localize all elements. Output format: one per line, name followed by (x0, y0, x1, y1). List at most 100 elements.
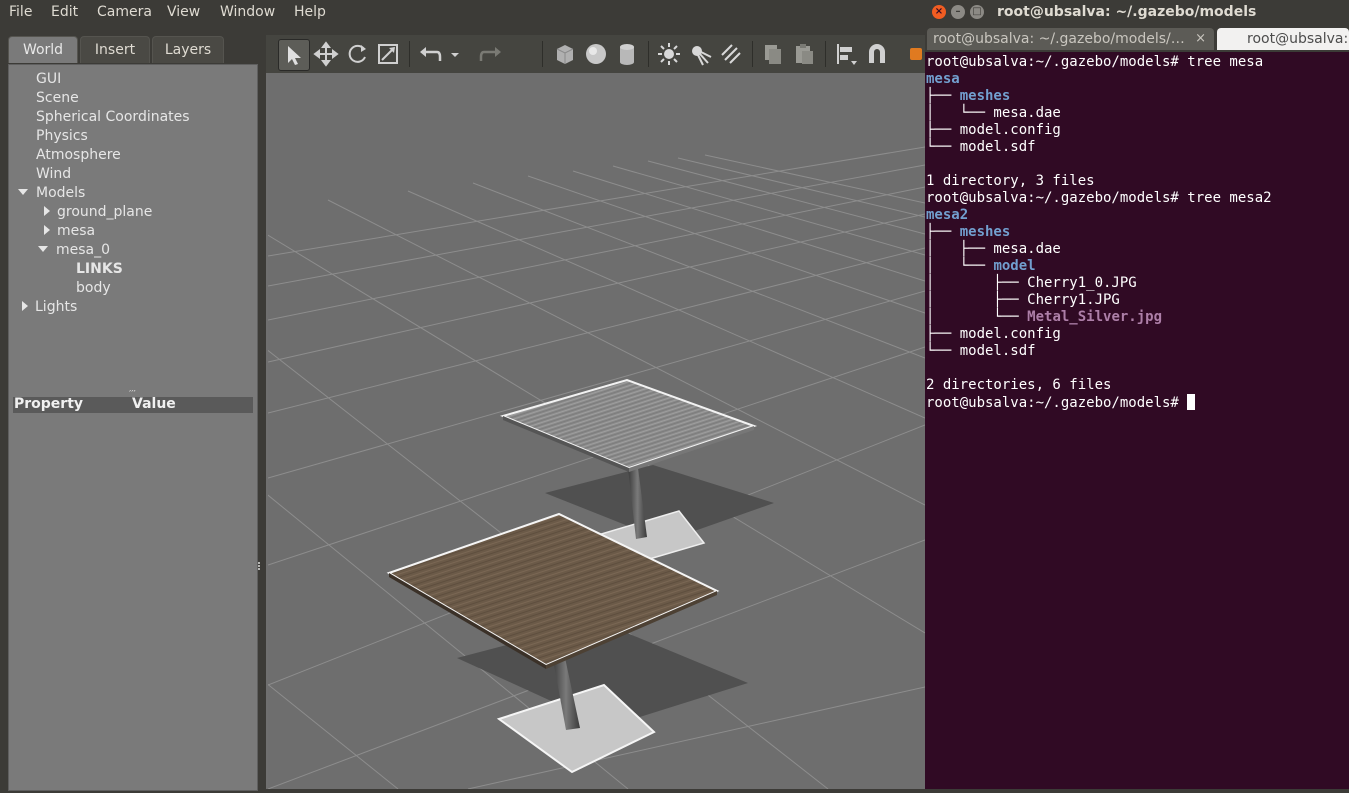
model-editor-icon[interactable] (906, 39, 925, 69)
left-panel: World Insert Layers GUI Scene Spherical … (0, 26, 263, 791)
terminal-line: │ └── mesa.dae (926, 105, 1061, 121)
tree-item-physics[interactable]: Physics (36, 127, 88, 145)
tab-world[interactable]: World (8, 36, 78, 63)
tree-item-spherical-coordinates[interactable]: Spherical Coordinates (36, 108, 190, 126)
redo-icon[interactable] (476, 39, 506, 69)
text-cursor (1187, 394, 1196, 410)
rotate-icon[interactable] (342, 39, 372, 69)
terminal-tab-1-label: root@ubsalva: ~/.gazebo/models/… (933, 31, 1185, 47)
terminal-line: │ ├── Cherry1_0.JPG (926, 275, 1137, 291)
expand-right-icon[interactable] (44, 206, 50, 216)
tab-close-icon[interactable]: × (1195, 28, 1206, 50)
tab-insert[interactable]: Insert (80, 36, 150, 63)
value-column-header: Value (132, 396, 176, 412)
menu-file[interactable]: File (9, 4, 32, 20)
tree-branch: ├── (926, 88, 960, 104)
toolbar-separator (825, 41, 826, 67)
terminal-tab-2-label: root@ubsalva: ~ (1247, 31, 1349, 47)
tab-layers[interactable]: Layers (152, 36, 224, 63)
tree-branch: │ └── (926, 309, 1028, 325)
property-column-header: Property (14, 396, 84, 412)
terminal-line: ├── model.config (926, 122, 1061, 138)
box-icon[interactable] (550, 39, 580, 69)
tree-item-lights[interactable]: Lights (22, 298, 77, 316)
terminal-line: 2 directories, 6 files (926, 377, 1112, 393)
terminal-line: ├── meshes (926, 224, 1010, 241)
terminal-tab-2[interactable]: root@ubsalva: ~ (1217, 28, 1349, 50)
scale-icon[interactable] (373, 39, 403, 69)
terminal-window: × – □ root@ubsalva: ~/.gazebo/models roo… (925, 0, 1349, 789)
expand-right-icon[interactable] (22, 301, 28, 311)
tree-item-links: LINKS (76, 261, 123, 277)
maximize-window-icon[interactable]: □ (970, 5, 984, 19)
scene-canvas[interactable] (0, 73, 926, 790)
toolbar-separator (752, 41, 753, 67)
terminal-prompt-line[interactable]: root@ubsalva:~/.gazebo/models# (926, 394, 1196, 411)
tree-item-mesa-0[interactable]: mesa_0 (38, 241, 110, 259)
property-header: Property Value (13, 396, 253, 413)
tree-branch: │ └── (926, 258, 994, 274)
terminal-tab-1[interactable]: root@ubsalva: ~/.gazebo/models/… × (927, 28, 1214, 50)
panel-splitter[interactable] (257, 556, 261, 576)
undo-dropdown-icon[interactable] (448, 39, 462, 69)
menu-view[interactable]: View (167, 4, 200, 20)
tree-item-atmosphere[interactable]: Atmosphere (36, 146, 121, 164)
terminal-line: ├── model.config (926, 326, 1061, 342)
toolbar (266, 35, 925, 73)
world-panel: GUI Scene Spherical Coordinates Physics … (8, 64, 258, 791)
toolbar-separator (648, 41, 649, 67)
tree-item-mesa[interactable]: mesa (44, 222, 95, 240)
expand-down-icon[interactable] (18, 189, 28, 195)
dir-name: model (993, 258, 1036, 274)
terminal-line: │ ├── Cherry1.JPG (926, 292, 1120, 308)
terminal-line: │ └── model (926, 258, 1036, 275)
expand-right-icon[interactable] (44, 225, 50, 235)
terminal-line: mesa2 (926, 207, 969, 223)
select-icon[interactable] (278, 39, 310, 71)
tree-item-ground-plane-label: ground_plane (57, 204, 153, 220)
terminal-line: │ ├── mesa.dae (926, 241, 1061, 257)
scene-3d[interactable] (0, 73, 926, 790)
splitter-handle-icon (258, 562, 260, 570)
image-file-name: Metal_Silver.jpg (1027, 309, 1163, 325)
tree-item-gui[interactable]: GUI (36, 70, 61, 88)
close-window-icon[interactable]: × (932, 5, 946, 19)
expand-down-icon[interactable] (38, 246, 48, 252)
menu-camera[interactable]: Camera (97, 4, 152, 20)
directional-light-icon[interactable] (716, 39, 746, 69)
terminal-line: root@ubsalva:~/.gazebo/models# tree mesa (926, 54, 1264, 70)
toolbar-separator (542, 41, 543, 67)
tree-item-mesa-0-label: mesa_0 (56, 242, 111, 258)
snap-icon[interactable] (862, 39, 892, 69)
tree-item-wind[interactable]: Wind (36, 165, 71, 183)
dir-name: meshes (959, 224, 1011, 240)
terminal-line: root@ubsalva:~/.gazebo/models# tree mesa… (926, 190, 1272, 206)
point-light-icon[interactable] (654, 39, 684, 69)
minimize-window-icon[interactable]: – (951, 5, 965, 19)
paste-icon[interactable] (789, 39, 819, 69)
menu-window[interactable]: Window (220, 4, 275, 20)
terminal-line: mesa (926, 71, 960, 87)
tree-item-models[interactable]: Models (18, 184, 85, 202)
tree-item-models-label: Models (36, 185, 86, 201)
terminal-title: root@ubsalva: ~/.gazebo/models (997, 4, 1257, 20)
menu-edit[interactable]: Edit (51, 4, 78, 20)
terminal-tabs: root@ubsalva: ~/.gazebo/models/… × root@… (925, 26, 1349, 52)
toolbar-separator (409, 41, 410, 67)
tree-item-mesa-label: mesa (57, 223, 96, 239)
copy-icon[interactable] (758, 39, 788, 69)
sphere-icon[interactable] (581, 39, 611, 69)
menu-help[interactable]: Help (294, 4, 326, 20)
tree-item-ground-plane[interactable]: ground_plane (44, 203, 152, 221)
terminal-line: ├── meshes (926, 88, 1010, 105)
tree-item-scene[interactable]: Scene (36, 89, 79, 107)
tree-item-body[interactable]: body (76, 279, 111, 297)
tree-branch: ├── (926, 224, 960, 240)
align-icon[interactable] (831, 39, 861, 69)
terminal-line: └── model.sdf (926, 343, 1036, 359)
tree-item-lights-label: Lights (35, 299, 78, 315)
spot-light-icon[interactable] (685, 39, 715, 69)
cylinder-icon[interactable] (612, 39, 642, 69)
undo-icon[interactable] (415, 39, 445, 69)
translate-icon[interactable] (311, 39, 341, 69)
